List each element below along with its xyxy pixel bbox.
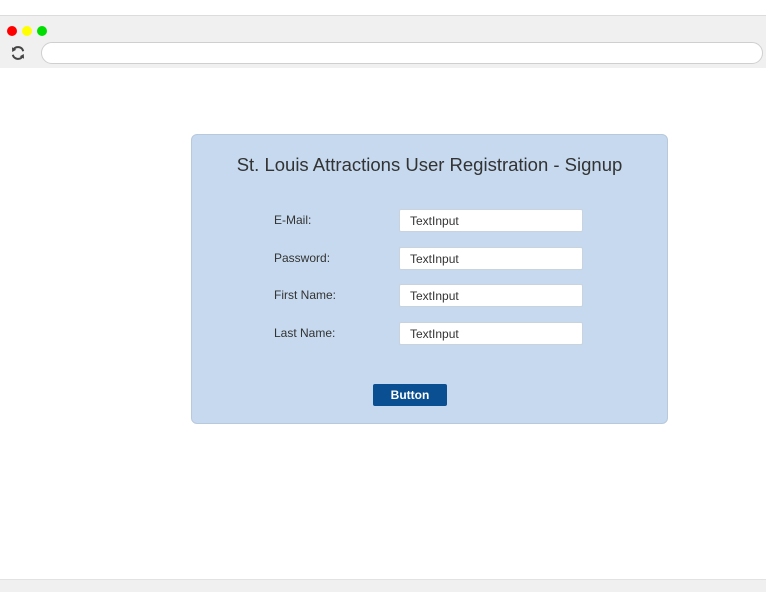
last-name-label: Last Name: [274, 326, 336, 340]
browser-toolbar [0, 16, 766, 68]
password-input[interactable] [399, 247, 583, 270]
submit-button[interactable]: Button [373, 384, 447, 406]
close-window-button[interactable] [7, 26, 17, 36]
email-input[interactable] [399, 209, 583, 232]
window-controls [7, 26, 47, 36]
form-title: St. Louis Attractions User Registration … [236, 154, 623, 175]
top-strip [0, 0, 766, 15]
email-label: E-Mail: [274, 213, 312, 227]
password-label: Password: [274, 251, 331, 265]
refresh-icon[interactable] [10, 45, 26, 61]
registration-form-card: St. Louis Attractions User Registration … [191, 134, 668, 424]
address-bar[interactable] [41, 42, 763, 64]
status-bar [0, 579, 766, 592]
maximize-window-button[interactable] [37, 26, 47, 36]
first-name-label: First Name: [274, 288, 337, 302]
last-name-input[interactable] [399, 322, 583, 345]
first-name-input[interactable] [399, 284, 583, 307]
minimize-window-button[interactable] [22, 26, 32, 36]
